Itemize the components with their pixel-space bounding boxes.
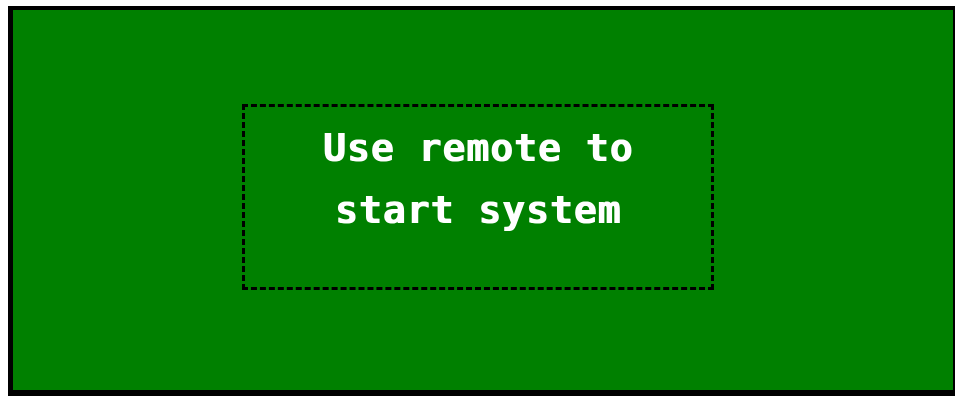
frame-top-edge [0,0,955,6]
status-screen: Use remote to start system [13,10,953,390]
message-line-2: start system [334,188,622,232]
status-message: Use remote to start system [245,117,711,241]
message-line-1: Use remote to [322,126,634,170]
display-frame: Use remote to start system [0,0,955,396]
frame-left-edge [0,0,8,396]
message-box: Use remote to start system [242,104,714,290]
